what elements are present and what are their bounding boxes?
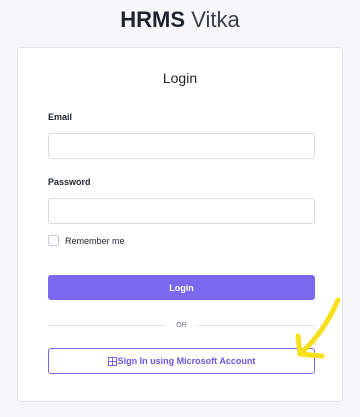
divider-line-right xyxy=(196,324,315,326)
login-card-title: Login xyxy=(162,70,198,86)
password-field[interactable] xyxy=(48,198,315,224)
email-label: Email xyxy=(48,112,73,122)
login-card: Login Email Password Remember me Login O… xyxy=(17,47,343,402)
microsoft-sign-in-label: Sign In using Microsoft Account xyxy=(117,356,256,366)
password-label: Password xyxy=(48,177,91,187)
remember-me-label: Remember me xyxy=(65,235,125,246)
app-title: HRMS Vitka xyxy=(0,8,360,32)
app-title-strong: HRMS xyxy=(120,7,186,32)
remember-me-checkbox[interactable] xyxy=(48,235,59,246)
divider-line-left xyxy=(48,324,167,326)
email-field[interactable] xyxy=(48,133,315,159)
remember-me-row[interactable]: Remember me xyxy=(48,235,125,246)
microsoft-grid-icon xyxy=(107,356,117,366)
app-title-light: Vitka xyxy=(191,7,240,32)
divider-or-text: OR xyxy=(176,321,187,329)
or-divider: OR xyxy=(48,320,315,330)
login-button[interactable]: Login xyxy=(48,275,315,300)
microsoft-sign-in-button[interactable]: Sign In using Microsoft Account xyxy=(48,348,315,374)
